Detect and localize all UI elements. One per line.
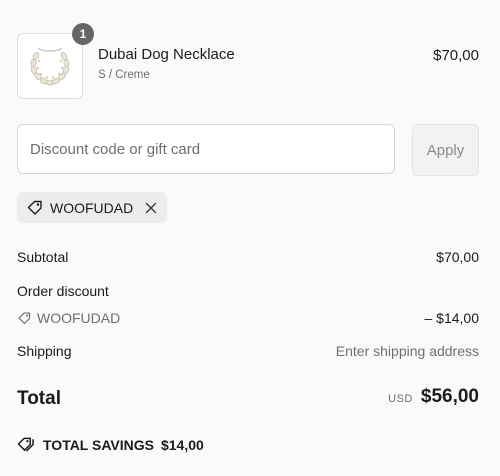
order-discount-code-row: WOOFUDAD – $14,00 [17,310,479,326]
tag-icon [26,199,44,217]
close-icon[interactable] [145,202,157,214]
order-discount-label: Order discount [17,283,109,299]
total-value-group: USD $56,00 [388,386,479,408]
subtotal-label: Subtotal [17,249,69,265]
product-thumbnail: 1 [17,23,94,99]
applied-discount-code: WOOFUDAD [50,199,134,216]
shipping-label: Shipping [17,343,72,359]
tag-icon [17,311,32,326]
total-label: Total [17,388,61,409]
order-discount-row: Order discount [17,283,479,299]
quantity-badge: 1 [72,23,94,45]
product-variant: S / Creme [98,69,150,81]
tag-icon [17,436,36,453]
subtotal-row: Subtotal $70,00 [17,249,479,265]
line-item: 1 Dubai Dog Necklace S / Creme $70,00 [17,23,479,99]
order-discount-code: WOOFUDAD [37,310,121,326]
discount-code-input[interactable] [17,124,395,174]
total-savings-label: TOTAL SAVINGS [43,436,154,453]
shipping-row: Shipping Enter shipping address [17,343,479,359]
product-price: $70,00 [433,47,479,64]
total-amount: $56,00 [420,386,479,407]
total-savings-value: $14,00 [160,436,204,453]
subtotal-value: $70,00 [436,249,479,265]
currency-code: USD [388,393,413,405]
total-savings: TOTAL SAVINGS $14,00 [17,436,204,453]
shipping-value: Enter shipping address [335,343,479,359]
order-discount-value: – $14,00 [424,310,480,326]
order-summary: 1 Dubai Dog Necklace S / Creme $70,00 Ap… [17,0,479,476]
product-name: Dubai Dog Necklace [98,46,235,63]
applied-discount-chip: WOOFUDAD [17,192,168,223]
necklace-thumbnail [24,40,76,92]
apply-button[interactable]: Apply [412,124,479,176]
